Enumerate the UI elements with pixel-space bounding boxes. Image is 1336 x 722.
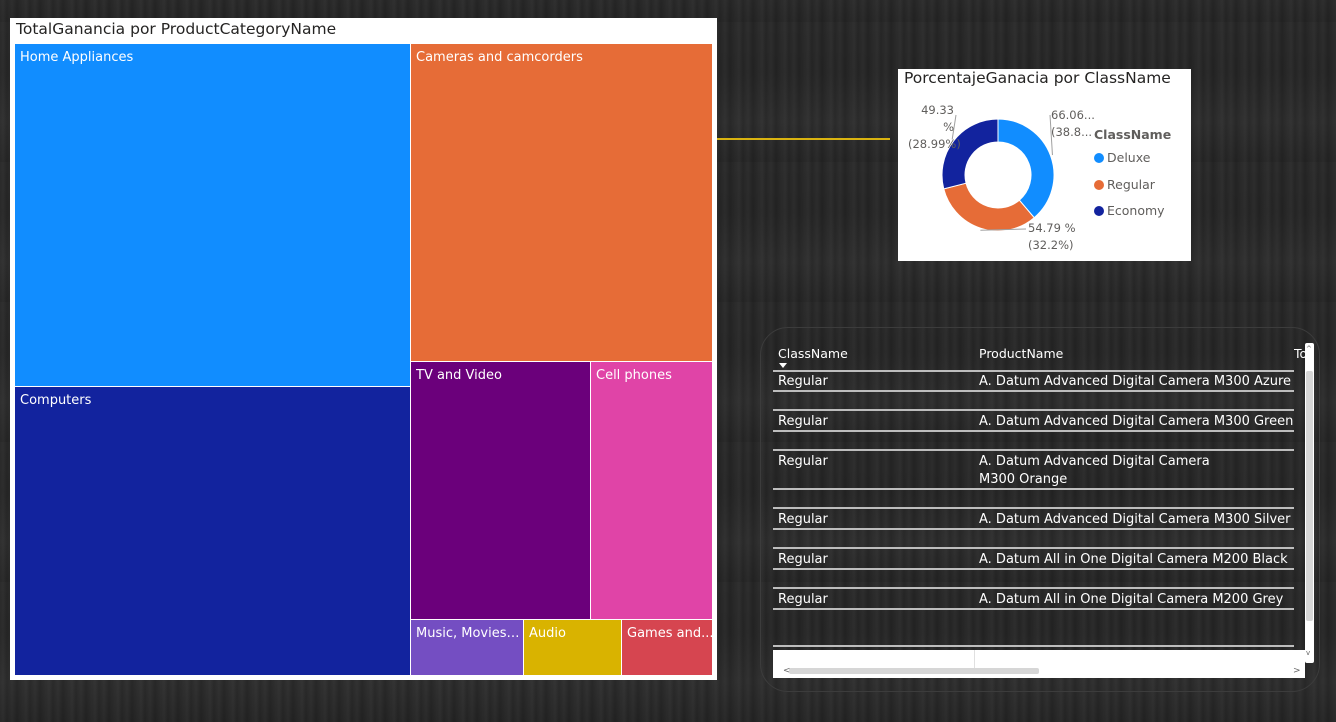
cell-classname: Regular [778, 592, 828, 607]
vertical-scroll-thumb[interactable] [1306, 371, 1313, 621]
column-header-total[interactable]: To [1294, 346, 1305, 361]
label-regular: 54.79 % (32.2%) [1028, 221, 1076, 252]
scroll-down-icon[interactable]: v [1306, 649, 1310, 657]
tile-label: Computers [20, 393, 92, 408]
row-divider [773, 409, 1294, 411]
table-footer-column-divider [974, 650, 975, 668]
row-divider [773, 587, 1294, 589]
legend-title: ClassName [1094, 127, 1172, 142]
cell-productname: A. Datum Advanced Digital Camera M300 Az… [979, 374, 1291, 389]
horizontal-scrollbar[interactable]: < > [773, 650, 1305, 678]
cell-productname: A. Datum All in One Digital Camera M200 … [979, 552, 1288, 567]
legend-item-deluxe[interactable]: Deluxe [1094, 150, 1150, 165]
tile-label: Cameras and camcorders [416, 50, 583, 65]
vertical-scrollbar[interactable]: ^ v [1305, 343, 1314, 663]
tile-label: TV and Video [416, 368, 502, 383]
row-divider [773, 507, 1294, 509]
legend-dot [1094, 153, 1104, 163]
cell-classname: Regular [778, 552, 828, 567]
cell-classname: Regular [778, 374, 828, 389]
row-divider [773, 488, 1294, 490]
legend-dot [1094, 180, 1104, 190]
legend-item-economy[interactable]: Economy [1094, 203, 1165, 218]
legend-dot [1094, 206, 1104, 216]
tile-tv-video[interactable]: TV and Video [410, 361, 591, 620]
tile-computers[interactable]: Computers [14, 386, 411, 676]
donut-slice-deluxe[interactable] [997, 118, 1055, 219]
scroll-right-icon[interactable]: > [1293, 666, 1301, 676]
row-divider [773, 645, 1294, 647]
cell-productname: A. Datum All in One Digital Camera M200 … [979, 592, 1284, 607]
scroll-up-icon[interactable]: ^ [1306, 345, 1312, 353]
tile-label: Home Appliances [20, 50, 134, 65]
treemap-title: TotalGanancia por ProductCategoryName [16, 20, 337, 38]
cell-classname: Regular [778, 512, 828, 527]
connector-line [717, 138, 890, 140]
row-divider [773, 547, 1294, 549]
tile-label: Cell phones [596, 368, 672, 383]
row-divider [773, 528, 1294, 530]
tile-cell-phones[interactable]: Cell phones [590, 361, 713, 620]
cell-classname: Regular [778, 414, 828, 429]
table-visual[interactable]: ClassName ProductName To Regular A. Datu… [760, 327, 1320, 692]
donut-chart-visual[interactable]: PorcentajeGanacia por ClassName 49.33 % … [898, 69, 1191, 261]
label-deluxe: 66.06... (38.8... [1051, 108, 1095, 139]
tile-label: Audio [529, 626, 566, 641]
row-divider [773, 449, 1294, 451]
column-header-classname[interactable]: ClassName [778, 346, 848, 361]
cell-productname: A. Datum Advanced Digital Camera M300 Si… [979, 512, 1291, 527]
cell-classname: Regular [778, 454, 828, 469]
tile-music-movies[interactable]: Music, Movies ... [410, 619, 524, 676]
donut-slice-regular[interactable] [943, 182, 1035, 232]
treemap-visual[interactable]: TotalGanancia por ProductCategoryName Ho… [10, 18, 717, 680]
row-divider [773, 430, 1294, 432]
tile-home-appliances[interactable]: Home Appliances [14, 43, 411, 387]
sort-descending-icon[interactable] [779, 363, 787, 368]
row-divider [773, 608, 1294, 610]
row-divider [773, 568, 1294, 570]
legend-item-regular[interactable]: Regular [1094, 177, 1155, 192]
column-header-productname[interactable]: ProductName [979, 346, 1063, 361]
row-divider [773, 390, 1294, 392]
cell-productname: A. Datum Advanced Digital Camera M300 Gr… [979, 414, 1294, 429]
tile-label: Games and... [627, 626, 714, 641]
tile-label: Music, Movies ... [416, 626, 520, 641]
tile-games[interactable]: Games and... [621, 619, 713, 676]
cell-productname: A. Datum Advanced Digital Camera M300 Or… [979, 454, 1210, 487]
tile-audio[interactable]: Audio [523, 619, 622, 676]
tile-cameras-camcorders[interactable]: Cameras and camcorders [410, 43, 713, 362]
label-economy: 49.33 % (28.99%) [908, 103, 961, 151]
row-divider [773, 370, 1294, 372]
horizontal-scroll-thumb[interactable] [789, 668, 1039, 674]
